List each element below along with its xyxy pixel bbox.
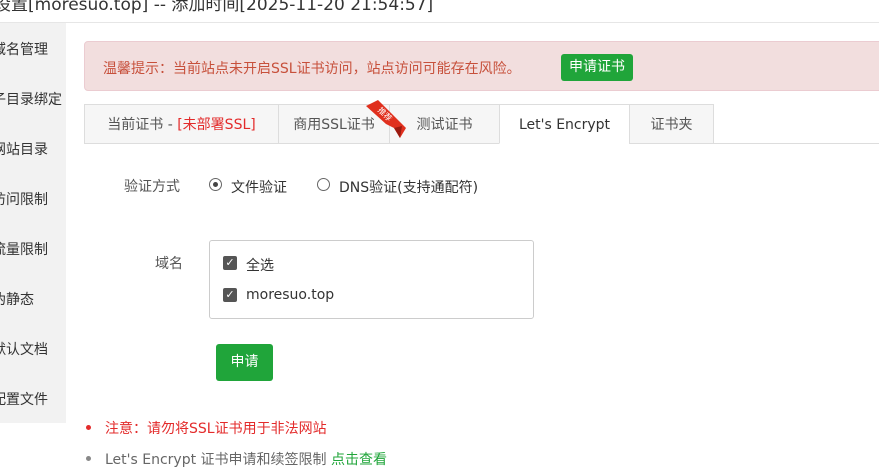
sidebar-item-rewrite[interactable]: 伪静态	[0, 289, 34, 309]
bullet-icon	[86, 456, 91, 461]
tab-test-label: 测试证书	[416, 117, 473, 133]
tab-certificate-folder[interactable]: 证书夹	[629, 104, 714, 144]
window-title: 设置[moresuo.top] -- 添加时间[2025-11-20 21:54…	[0, 0, 434, 15]
note-limit-text: Let's Encrypt 证书申请和续签限制	[105, 452, 327, 468]
note-warning-text: 注意：请勿将SSL证书用于非法网站	[105, 421, 327, 437]
checkbox-checked-icon[interactable]: ✓	[223, 288, 237, 302]
alert-text: 温馨提示：当前站点未开启SSL证书访问，站点访问可能存在风险。	[103, 61, 521, 77]
apply-certificate-button[interactable]: 申请证书	[561, 54, 633, 81]
tab-commercial-label: 商用SSL证书	[293, 117, 375, 133]
sidebar-item-config-file[interactable]: 配置文件	[0, 389, 48, 409]
verify-method-label: 验证方式	[124, 179, 180, 195]
radio-file-circle[interactable]	[209, 178, 222, 191]
radio-file-label: 文件验证	[231, 180, 287, 196]
tab-commercial-ssl[interactable]: 商用SSL证书	[278, 104, 390, 144]
tab-lets-encrypt-label: Let's Encrypt	[518, 117, 611, 133]
tab-current-label: 当前证书 -	[107, 117, 178, 133]
window-titlebar: 设置[moresuo.top] -- 添加时间[2025-11-20 21:54…	[0, 0, 879, 23]
radio-dns-label: DNS验证(支持通配符)	[339, 180, 479, 196]
tab-folder-label: 证书夹	[650, 117, 693, 133]
sidebar-item-traffic-limit[interactable]: 流量限制	[0, 239, 48, 259]
ssl-warning-alert: 温馨提示：当前站点未开启SSL证书访问，站点访问可能存在风险。 申请证书	[84, 41, 879, 91]
select-all-label: 全选	[246, 258, 274, 274]
ssl-tabs: 当前证书 - [未部署SSL] 商用SSL证书 测试证书 Let's Encry…	[84, 104, 879, 144]
sidebar-item-default-document[interactable]: 默认文档	[0, 339, 48, 359]
radio-dns-circle[interactable]	[317, 178, 330, 191]
sidebar: 域名管理 子目录绑定 网站目录 访问限制 流量限制 伪静态 默认文档 配置文件	[0, 23, 66, 423]
tab-current-certificate[interactable]: 当前证书 - [未部署SSL]	[84, 104, 279, 144]
domain-list: ✓ 全选 ✓ moresuo.top	[209, 240, 534, 319]
bullet-icon	[86, 425, 91, 430]
sidebar-item-site-directory[interactable]: 网站目录	[0, 139, 48, 159]
view-limits-link[interactable]: 点击查看	[331, 452, 387, 468]
tab-lets-encrypt[interactable]: Let's Encrypt	[499, 104, 630, 144]
sidebar-item-domain-management[interactable]: 域名管理	[0, 39, 48, 59]
domain-item-label: moresuo.top	[246, 287, 335, 303]
domain-label: 域名	[155, 256, 183, 272]
apply-button[interactable]: 申请	[216, 344, 273, 381]
tab-current-status: [未部署SSL]	[177, 117, 256, 133]
sidebar-item-access-limit[interactable]: 访问限制	[0, 189, 48, 209]
tab-test-certificate[interactable]: 测试证书	[389, 104, 500, 144]
checkbox-checked-icon[interactable]: ✓	[223, 256, 237, 270]
sidebar-item-subdirectory-binding[interactable]: 子目录绑定	[0, 89, 62, 109]
